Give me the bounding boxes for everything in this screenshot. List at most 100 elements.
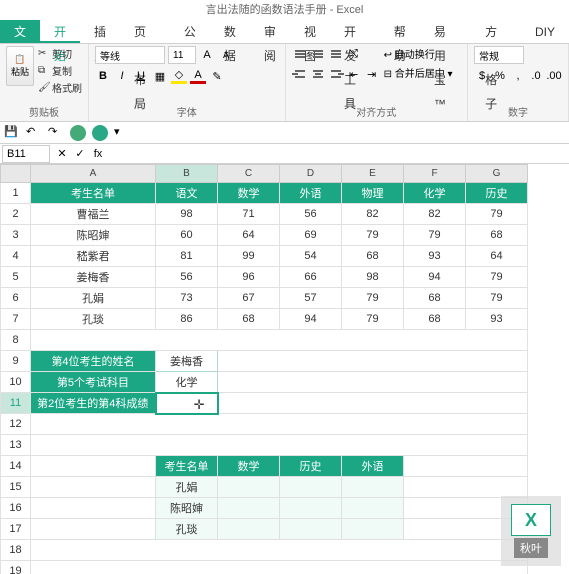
redo-icon[interactable]: ↷	[48, 125, 64, 141]
bold-button[interactable]: B	[95, 68, 111, 84]
grow-font-button[interactable]: A	[199, 47, 215, 63]
cell[interactable]: 86	[156, 309, 218, 330]
tab-yyb[interactable]: 易用宝 ™	[420, 20, 471, 43]
merge-center-button[interactable]: ⊟ 合并后居中 ▾	[384, 65, 453, 80]
row-header-12[interactable]: 12	[1, 414, 31, 435]
formula-input[interactable]	[110, 145, 569, 163]
row-header-8[interactable]: 8	[1, 330, 31, 351]
select-all-corner[interactable]	[1, 165, 31, 183]
cell[interactable]: 79	[342, 288, 404, 309]
cell[interactable]	[218, 498, 280, 519]
cell[interactable]	[31, 435, 528, 456]
cell[interactable]	[31, 330, 528, 351]
tab-file[interactable]: 文件	[0, 20, 40, 43]
cell[interactable]: 考生名单	[31, 183, 156, 204]
cell[interactable]: 98	[156, 204, 218, 225]
cell[interactable]	[404, 456, 528, 477]
cell[interactable]	[31, 498, 156, 519]
cell[interactable]: 56	[156, 267, 218, 288]
undo-icon[interactable]: ↶	[26, 125, 42, 141]
percent-button[interactable]: %	[492, 68, 508, 84]
cell[interactable]: 64	[218, 225, 280, 246]
col-header-f[interactable]: F	[404, 165, 466, 183]
cancel-icon[interactable]: ✕	[54, 146, 70, 162]
cell[interactable]: 60	[156, 225, 218, 246]
save-icon[interactable]: 💾	[4, 125, 20, 141]
row-header-11[interactable]: 11	[1, 393, 31, 414]
cell[interactable]: 外语	[342, 456, 404, 477]
align-middle-button[interactable]	[310, 47, 326, 61]
tab-diy[interactable]: DIY	[521, 20, 569, 43]
align-bottom-button[interactable]	[328, 47, 344, 61]
wrap-text-button[interactable]: ↩ 自动换行	[384, 46, 453, 61]
cell[interactable]: 68	[342, 246, 404, 267]
cell[interactable]: 68	[404, 288, 466, 309]
spreadsheet-grid[interactable]: A B C D E F G 1 考生名单 语文 数学 外语 物理 化学 历史 2…	[0, 164, 569, 574]
cell[interactable]	[218, 519, 280, 540]
cell[interactable]: 外语	[280, 183, 342, 204]
cell[interactable]: 94	[280, 309, 342, 330]
cell[interactable]: 姜梅香	[156, 351, 218, 372]
border-button[interactable]: ▦	[152, 68, 168, 84]
row-header-9[interactable]: 9	[1, 351, 31, 372]
cell[interactable]: 66	[280, 267, 342, 288]
currency-button[interactable]: $	[474, 68, 490, 84]
col-header-e[interactable]: E	[342, 165, 404, 183]
col-header-a[interactable]: A	[31, 165, 156, 183]
row-header-15[interactable]: 15	[1, 477, 31, 498]
cell[interactable]: 69	[280, 225, 342, 246]
cell[interactable]: 孔琰	[156, 519, 218, 540]
qat-dropdown-icon[interactable]: ▾	[114, 125, 130, 141]
inc-decimal-button[interactable]: .0	[528, 68, 544, 84]
name-box[interactable]: B11	[2, 145, 50, 163]
cell[interactable]	[280, 498, 342, 519]
cell[interactable]: 孔娟	[31, 288, 156, 309]
fill-color-button[interactable]: ◇	[171, 68, 187, 84]
cut-button[interactable]: ✂剪切	[38, 46, 82, 61]
cell[interactable]	[218, 393, 528, 414]
cell[interactable]: 79	[342, 225, 404, 246]
col-header-c[interactable]: C	[218, 165, 280, 183]
cell[interactable]: 曹福兰	[31, 204, 156, 225]
qat-custom-1[interactable]	[70, 125, 86, 141]
cell[interactable]: 96	[218, 267, 280, 288]
cell[interactable]	[31, 519, 156, 540]
row-header-19[interactable]: 19	[1, 561, 31, 574]
cell[interactable]: 81	[156, 246, 218, 267]
tab-view[interactable]: 视图	[290, 20, 330, 43]
tab-insert[interactable]: 插入	[80, 20, 120, 43]
shrink-font-button[interactable]: A	[218, 47, 234, 63]
tab-review[interactable]: 审阅	[250, 20, 290, 43]
cell[interactable]: 79	[466, 267, 528, 288]
cell[interactable]: 56	[280, 204, 342, 225]
align-left-button[interactable]	[292, 67, 308, 81]
cell[interactable]: 陈昭婶	[31, 225, 156, 246]
phonetic-button[interactable]: ✎	[209, 68, 225, 84]
cell[interactable]	[342, 519, 404, 540]
row-header-4[interactable]: 4	[1, 246, 31, 267]
cell[interactable]	[342, 477, 404, 498]
row-header-13[interactable]: 13	[1, 435, 31, 456]
cell[interactable]: 93	[466, 309, 528, 330]
orientation-button[interactable]: ⤭	[346, 46, 362, 62]
cell[interactable]: 陈昭婶	[156, 498, 218, 519]
cell[interactable]: 93	[404, 246, 466, 267]
cell[interactable]	[280, 477, 342, 498]
dec-decimal-button[interactable]: .00	[546, 68, 562, 84]
tab-ffg[interactable]: 方方格子	[471, 20, 521, 43]
cell[interactable]	[31, 414, 528, 435]
cell[interactable]: 71	[218, 204, 280, 225]
tab-data[interactable]: 数据	[210, 20, 250, 43]
cell[interactable]: 语文	[156, 183, 218, 204]
row-header-16[interactable]: 16	[1, 498, 31, 519]
cell[interactable]: 98	[342, 267, 404, 288]
cell[interactable]: 82	[404, 204, 466, 225]
cell[interactable]: 68	[218, 309, 280, 330]
row-header-10[interactable]: 10	[1, 372, 31, 393]
tab-help[interactable]: 帮助	[380, 20, 420, 43]
cell[interactable]: 54	[280, 246, 342, 267]
align-center-button[interactable]	[310, 67, 326, 81]
col-header-g[interactable]: G	[466, 165, 528, 183]
cell[interactable]: 物理	[342, 183, 404, 204]
cell[interactable]	[31, 456, 156, 477]
